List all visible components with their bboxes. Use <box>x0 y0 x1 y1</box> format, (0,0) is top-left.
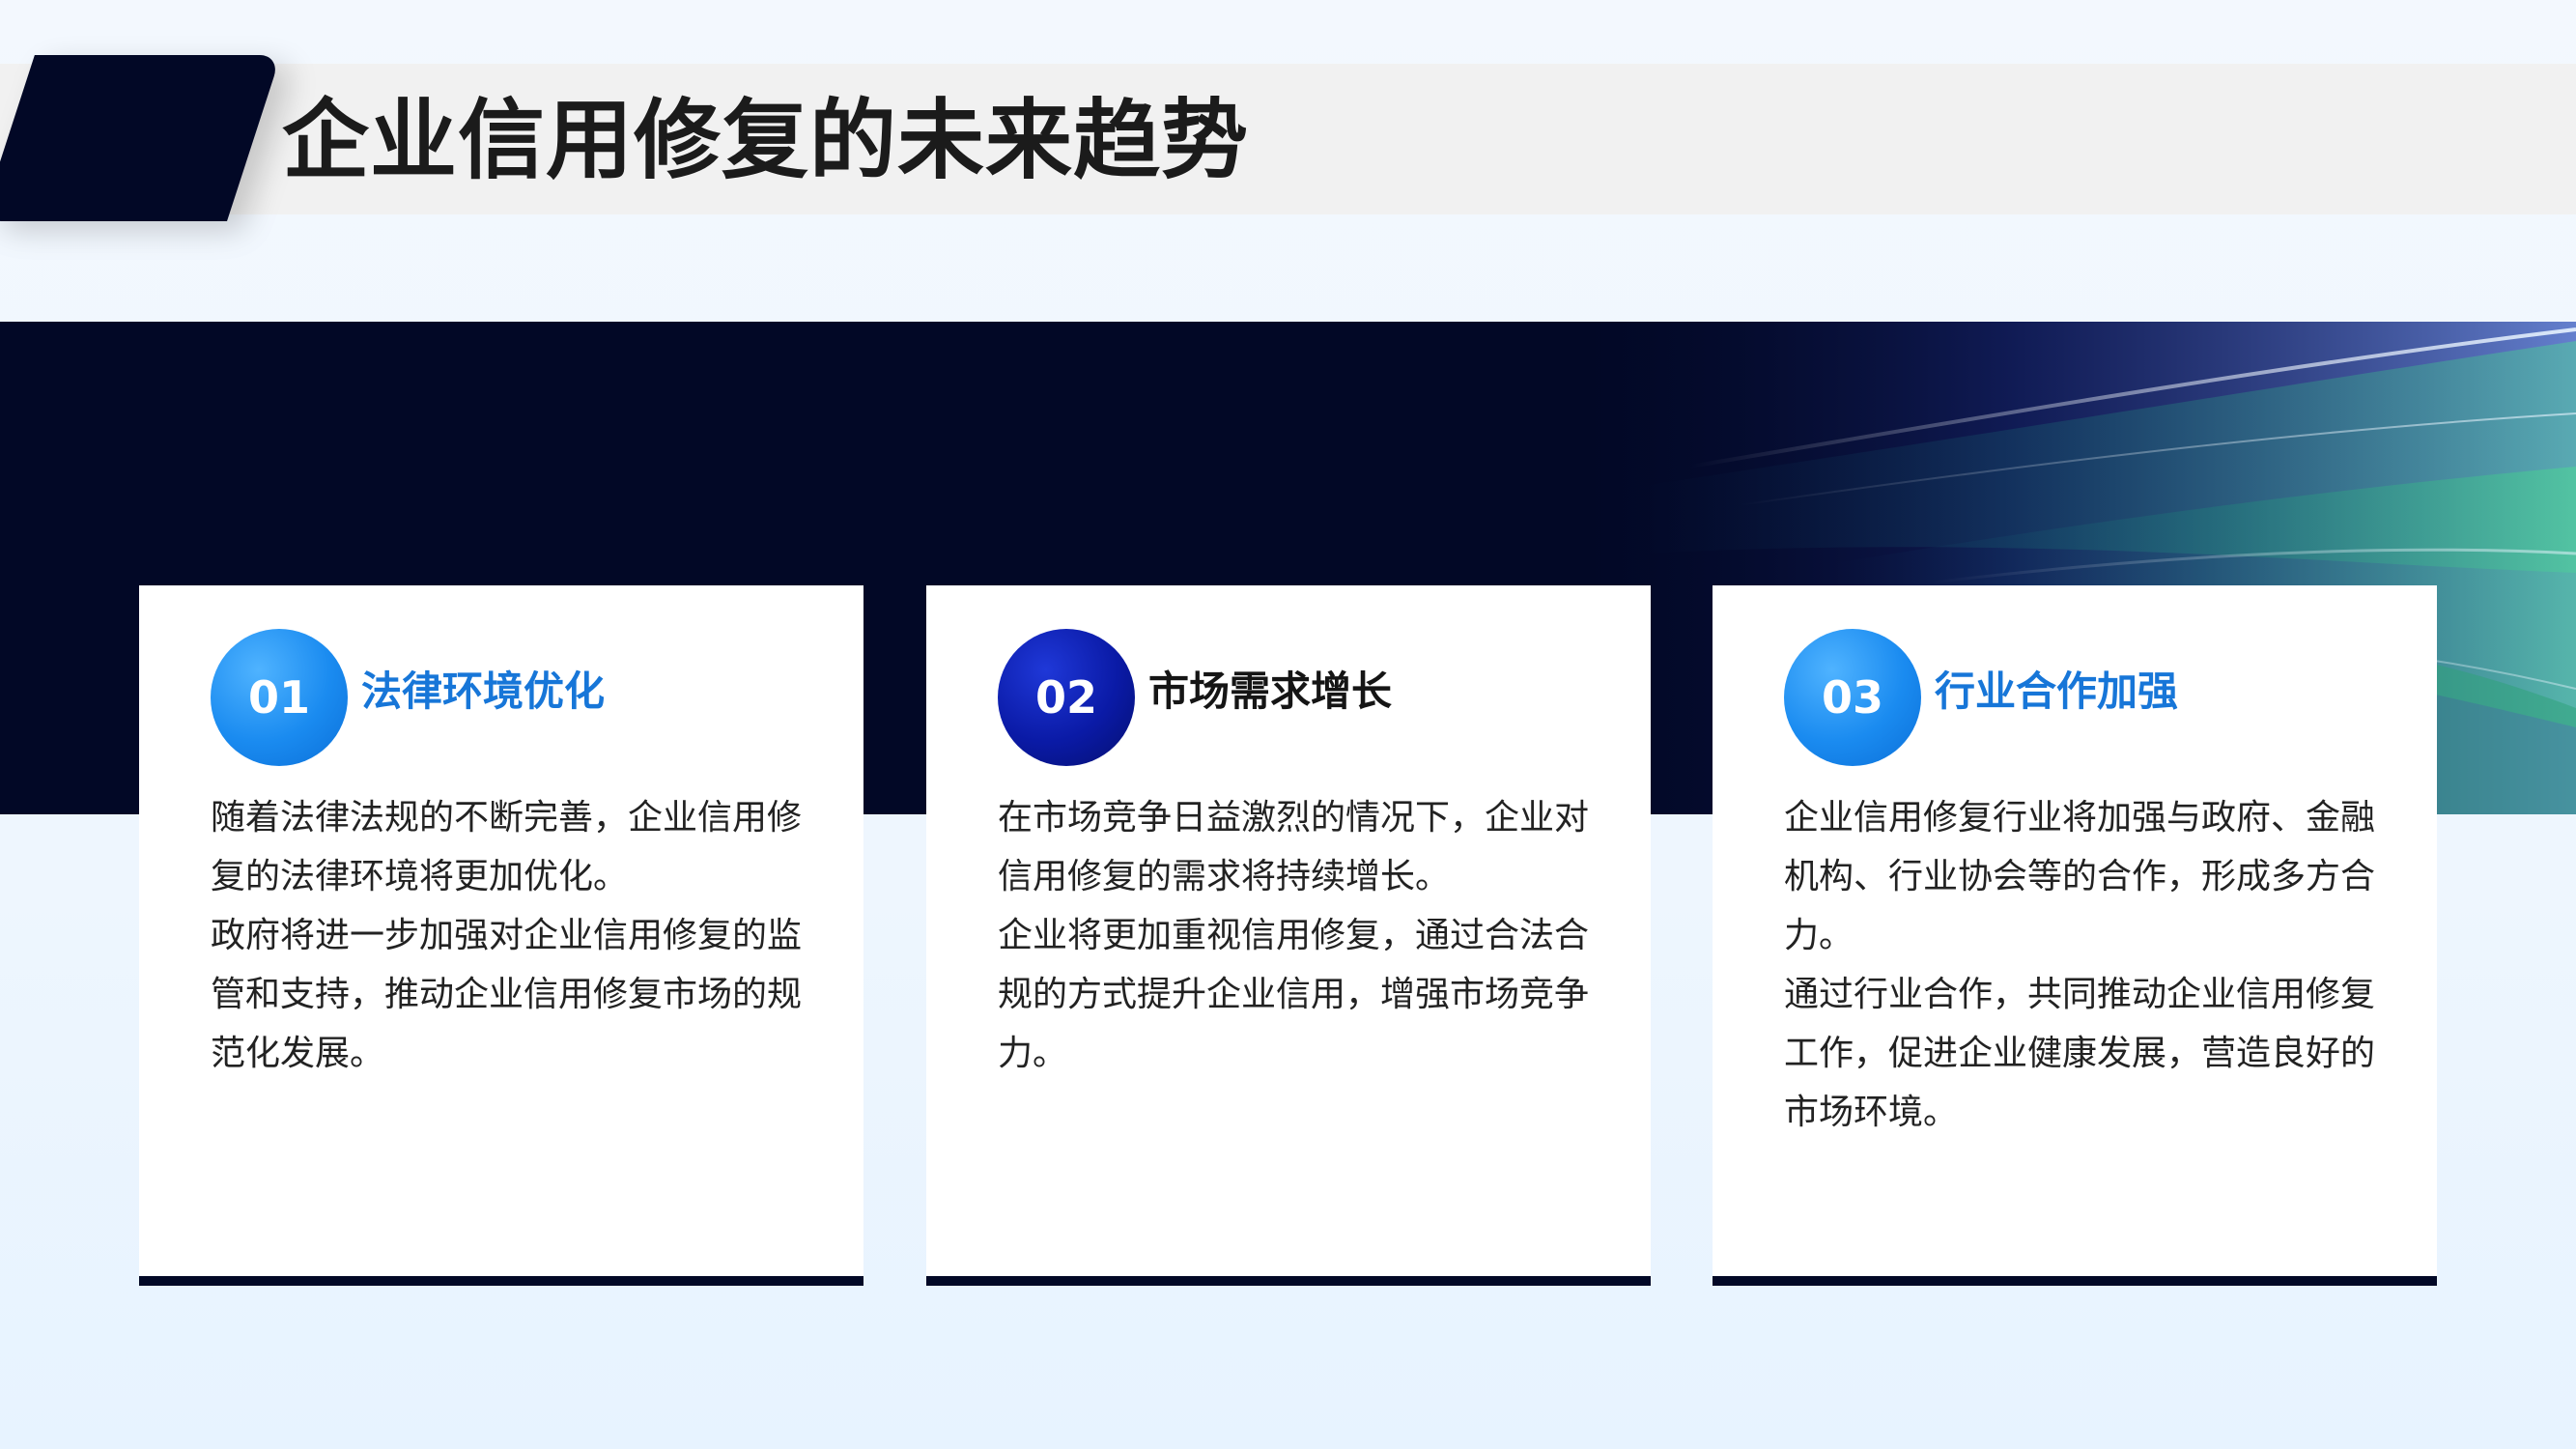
trend-card-market: 02 市场需求增长 在市场竞争日益激烈的情况下，企业对信用修复的需求将持续增长。… <box>926 585 1651 1286</box>
card-paragraph: 在市场竞争日益激烈的情况下，企业对信用修复的需求将持续增长。 <box>998 798 1590 896</box>
card-number-badge: 02 <box>998 629 1135 766</box>
card-body: 随着法律法规的不断完善，企业信用修复的法律环境将更加优化。 政府将进一步加强对企… <box>211 788 819 1083</box>
card-paragraph: 企业将更加重视信用修复，通过合法合规的方式提升企业信用，增强市场竞争力。 <box>998 916 1590 1073</box>
trend-card-industry: 03 行业合作加强 企业信用修复行业将加强与政府、金融机构、行业协会等的合作，形… <box>1713 585 2437 1286</box>
card-number-badge: 01 <box>211 629 348 766</box>
card-heading: 行业合作加强 <box>1935 668 2179 715</box>
card-paragraph: 政府将进一步加强对企业信用修复的监管和支持，推动企业信用修复市场的规范化发展。 <box>211 916 803 1073</box>
card-paragraph: 企业信用修复行业将加强与政府、金融机构、行业协会等的合作，形成多方合力。 <box>1784 798 2376 955</box>
card-body: 企业信用修复行业将加强与政府、金融机构、行业协会等的合作，形成多方合力。 通过行… <box>1784 788 2392 1142</box>
card-heading: 市场需求增长 <box>1148 668 1393 715</box>
card-paragraph: 通过行业合作，共同推动企业信用修复工作，促进企业健康发展，营造良好的市场环境。 <box>1784 975 2376 1132</box>
card-body: 在市场竞争日益激烈的情况下，企业对信用修复的需求将持续增长。 企业将更加重视信用… <box>998 788 1606 1083</box>
page-title: 企业信用修复的未来趋势 <box>282 90 1249 191</box>
card-number-badge: 03 <box>1784 629 1921 766</box>
card-heading: 法律环境优化 <box>361 668 606 715</box>
card-paragraph: 随着法律法规的不断完善，企业信用修复的法律环境将更加优化。 <box>211 798 803 896</box>
trend-card-law: 01 法律环境优化 随着法律法规的不断完善，企业信用修复的法律环境将更加优化。 … <box>139 585 863 1286</box>
